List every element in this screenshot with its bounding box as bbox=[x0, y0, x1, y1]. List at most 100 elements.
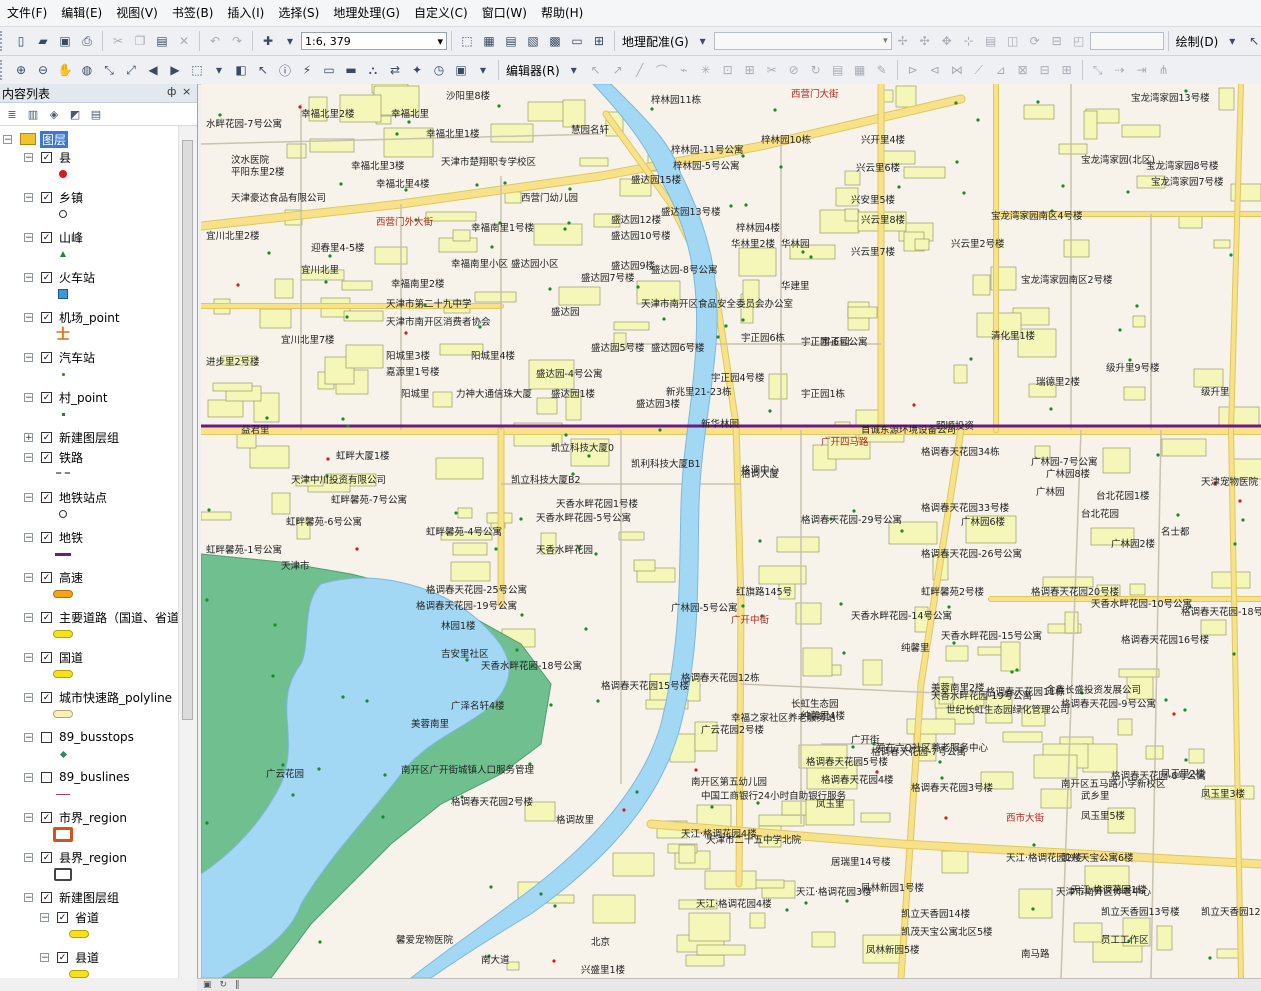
catalog-icon[interactable]: ▤ bbox=[501, 31, 521, 51]
editor-toolbar-icon[interactable]: ⬚ bbox=[457, 31, 477, 51]
update-display-icon[interactable]: ◫ bbox=[1003, 31, 1023, 51]
layer-visibility-checkbox[interactable]: ✓ bbox=[57, 951, 68, 963]
layer-row[interactable]: − ✓ 山峰 bbox=[24, 228, 83, 246]
layer-visibility-checkbox[interactable]: ✓ bbox=[41, 811, 52, 823]
layout-view-icon[interactable]: ▣ bbox=[203, 980, 212, 990]
search-window-icon[interactable]: ▧ bbox=[523, 31, 543, 51]
new-document-icon[interactable]: ▯ bbox=[11, 31, 31, 51]
topology-edit-icon[interactable]: ⊳ bbox=[903, 60, 923, 80]
model-builder-icon[interactable]: ⊞ bbox=[589, 31, 609, 51]
layer-visibility-checkbox[interactable]: ✓ bbox=[41, 151, 52, 163]
pin-icon[interactable]: ф bbox=[167, 85, 176, 98]
fit-display-icon[interactable]: ◰ bbox=[1069, 31, 1089, 51]
toc-scrollbar[interactable] bbox=[178, 126, 197, 978]
rotate-feature-icon[interactable]: ↻ bbox=[806, 60, 826, 80]
layer-row[interactable]: − ✓ 铁路 bbox=[24, 448, 83, 466]
chevron-down-icon[interactable]: ▾ bbox=[1222, 31, 1242, 51]
collapse-icon[interactable]: − bbox=[24, 812, 33, 822]
layer-row[interactable]: − ✓ 城市快速路_polyline bbox=[24, 688, 172, 706]
layer-row[interactable]: − ✓ 汽车站 bbox=[24, 348, 95, 366]
zoom-out-icon[interactable]: ⊖ bbox=[33, 60, 53, 80]
paste-icon[interactable]: ▤ bbox=[152, 31, 172, 51]
table-of-contents-icon[interactable]: ▦ bbox=[479, 31, 499, 51]
endpoint-arc-icon[interactable]: ⌒ bbox=[652, 60, 672, 80]
collapse-icon[interactable]: − bbox=[24, 392, 33, 402]
sketch-properties-icon[interactable]: ▦ bbox=[850, 60, 870, 80]
layer-row[interactable]: − ✓ 县道 bbox=[40, 948, 99, 966]
layer-row[interactable]: − ✓ 县界_region bbox=[24, 848, 127, 866]
layer-row[interactable]: − ✓ 主要道路（国道、省道 bbox=[24, 608, 178, 626]
layer-row[interactable]: + ✓ 新建图层组 bbox=[24, 428, 119, 446]
python-window-icon[interactable]: ▭ bbox=[567, 31, 587, 51]
layer-row[interactable]: − ✓ 村_point bbox=[24, 388, 108, 406]
layer-visibility-checkbox[interactable]: ✓ bbox=[41, 491, 52, 503]
layer-row[interactable]: − ✓ 地铁 bbox=[24, 528, 83, 546]
layer-row[interactable]: − ✓ 省道 bbox=[40, 908, 99, 926]
topology-tool-icon[interactable]: ⊲ bbox=[925, 60, 945, 80]
split-icon[interactable]: ⊘ bbox=[784, 60, 804, 80]
layer-row[interactable]: − ✓ 新建图层组 bbox=[24, 888, 119, 906]
shift-icon[interactable]: ✣ bbox=[915, 31, 935, 51]
layer-row[interactable]: − ✓ 市界_region bbox=[24, 808, 127, 826]
fixed-zoom-in-icon[interactable]: ⤡ bbox=[99, 60, 119, 80]
create-features-icon[interactable]: ✎ bbox=[872, 60, 892, 80]
edit-vertices-icon[interactable]: ⊡ bbox=[718, 60, 738, 80]
layer-visibility-checkbox[interactable]: ✓ bbox=[41, 431, 52, 443]
chevron-down-icon[interactable]: ▾ bbox=[473, 60, 493, 80]
collapse-icon[interactable]: − bbox=[24, 692, 33, 702]
toolbar-grip[interactable] bbox=[0, 31, 6, 51]
root-layers-row[interactable]: − 图层 bbox=[3, 130, 69, 148]
collapse-icon[interactable]: − bbox=[24, 312, 33, 322]
fixed-zoom-out-icon[interactable]: ⤢ bbox=[121, 60, 141, 80]
scrollbar-thumb[interactable] bbox=[182, 140, 193, 720]
time-slider-icon[interactable]: ◷ bbox=[429, 60, 449, 80]
edit-tool-icon[interactable]: ↖ bbox=[586, 60, 606, 80]
layer-row[interactable]: − ✓ 火车站 bbox=[24, 268, 95, 286]
hyperlink-icon[interactable]: ⚡ bbox=[297, 60, 317, 80]
map-scale-combobox[interactable]: 1:6, 379 ▾ bbox=[301, 32, 447, 50]
find-binoculars-icon[interactable]: ⛬ bbox=[363, 60, 383, 80]
rectify-options-icon[interactable]: ⊟ bbox=[1047, 31, 1067, 51]
view-link-table-icon[interactable]: ▤ bbox=[981, 31, 1001, 51]
redo-icon[interactable]: ↷ bbox=[227, 31, 247, 51]
menu-item[interactable]: 选择(S) bbox=[271, 0, 326, 26]
goto-xy-icon[interactable]: ✦ bbox=[407, 60, 427, 80]
layer-row[interactable]: − 89_busstops bbox=[24, 728, 134, 746]
collapse-icon[interactable]: − bbox=[24, 192, 33, 202]
collapse-icon[interactable]: − bbox=[24, 772, 33, 782]
validate-icon[interactable]: ⊠ bbox=[1013, 60, 1033, 80]
pan-hand-icon[interactable]: ✋ bbox=[55, 60, 75, 80]
select-elements-icon[interactable]: ↖ bbox=[1244, 31, 1261, 51]
draw-menu[interactable]: 绘制(D) bbox=[1173, 33, 1222, 50]
chevron-down-icon[interactable]: ▾ bbox=[209, 60, 229, 80]
modify-link-icon[interactable]: ⇥ bbox=[1132, 60, 1152, 80]
menu-item[interactable]: 插入(I) bbox=[220, 0, 271, 26]
menu-item[interactable]: 文件(F) bbox=[0, 0, 54, 26]
layer-row[interactable]: − ✓ 地铁站点 bbox=[24, 488, 107, 506]
create-viewer-window-icon[interactable]: ▣ bbox=[451, 60, 471, 80]
collapse-icon[interactable]: − bbox=[24, 852, 33, 862]
collapse-icon[interactable]: − bbox=[24, 652, 33, 662]
pause-drawing-icon[interactable]: ‖ bbox=[235, 980, 240, 990]
layer-visibility-checkbox[interactable]: ✓ bbox=[41, 571, 52, 583]
expand-icon[interactable]: + bbox=[24, 432, 33, 442]
georeferencing-layer-combobox[interactable]: ▾ bbox=[713, 32, 892, 50]
construct-features-icon[interactable]: ⊿ bbox=[991, 60, 1011, 80]
close-icon[interactable]: × bbox=[182, 85, 191, 98]
find-route-icon[interactable]: ⇄ bbox=[385, 60, 405, 80]
collapse-icon[interactable]: − bbox=[24, 452, 33, 462]
menu-item[interactable]: 书签(B) bbox=[165, 0, 221, 26]
back-arrow-icon[interactable]: ◀ bbox=[143, 60, 163, 80]
chevron-down-icon[interactable]: ▾ bbox=[564, 60, 584, 80]
collapse-icon[interactable]: − bbox=[40, 952, 49, 962]
list-by-selection-icon[interactable]: ◩ bbox=[66, 105, 84, 123]
collapse-icon[interactable]: − bbox=[40, 912, 49, 922]
collapse-icon[interactable]: − bbox=[24, 352, 33, 362]
layer-visibility-checkbox[interactable]: ✓ bbox=[41, 451, 52, 463]
toolbar-grip[interactable] bbox=[0, 60, 6, 80]
layer-visibility-checkbox[interactable]: ✓ bbox=[41, 611, 52, 623]
collapse-icon[interactable]: − bbox=[24, 892, 33, 902]
attributes-icon[interactable]: ▤ bbox=[828, 60, 848, 80]
menu-item[interactable]: 自定义(C) bbox=[407, 0, 475, 26]
map-view[interactable]: 沙阳里8楼 梓林园11栋 西营门大街 宝龙湾家园13号楼 水畔花园-7号公寓 幸福北里2楼… bbox=[201, 84, 1261, 978]
